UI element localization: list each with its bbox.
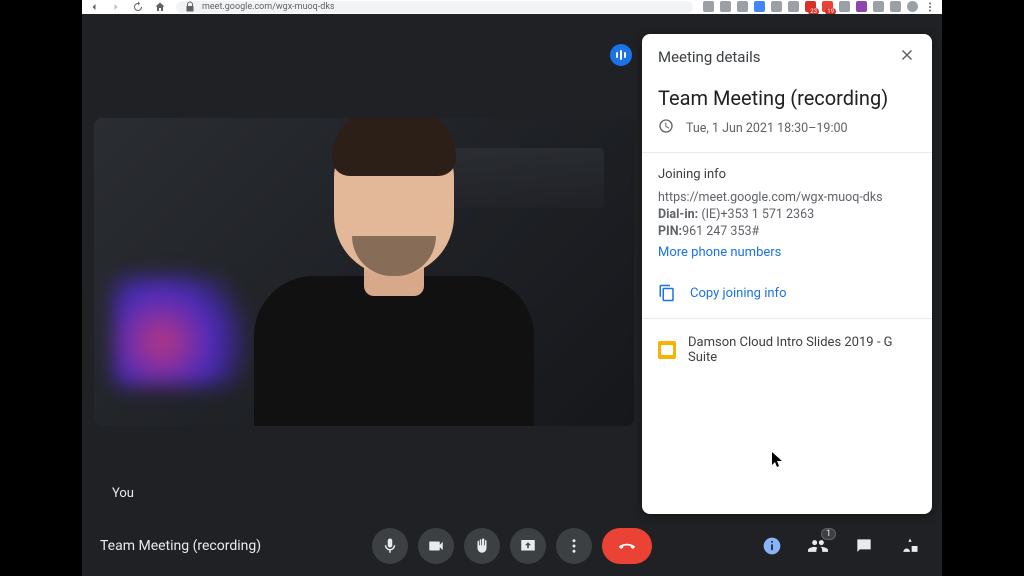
camera-button[interactable] — [418, 528, 454, 564]
extension-icon[interactable] — [873, 1, 884, 12]
participant-video — [254, 148, 534, 426]
back-icon[interactable] — [88, 1, 100, 13]
extension-icon[interactable] — [788, 1, 799, 12]
extension-icon[interactable] — [720, 1, 731, 12]
self-label: You — [112, 486, 134, 501]
address-bar[interactable]: meet.google.com/wgx-muoq-dks — [176, 1, 693, 13]
extensions-tray: 23 19 — [703, 1, 936, 13]
panel-title: Meeting details — [658, 48, 761, 66]
meet-stage: You Meeting details Team Meeting (record… — [82, 14, 942, 576]
speaking-indicator-icon — [610, 44, 632, 66]
extension-icon[interactable] — [771, 1, 782, 12]
raise-hand-button[interactable] — [464, 528, 500, 564]
copy-icon — [658, 284, 676, 302]
copy-joining-info-label: Copy joining info — [690, 286, 786, 301]
lock-icon — [184, 1, 196, 13]
more-options-button[interactable] — [556, 528, 592, 564]
clock-icon — [658, 118, 674, 138]
mouse-cursor-icon — [772, 452, 784, 468]
profile-avatar[interactable] — [907, 1, 918, 12]
meeting-title: Team Meeting (recording) — [100, 538, 261, 554]
kebab-icon[interactable] — [924, 1, 936, 13]
copy-joining-info-button[interactable]: Copy joining info — [642, 274, 932, 318]
reload-icon[interactable] — [132, 1, 144, 13]
leave-call-button[interactable] — [602, 528, 652, 564]
forward-icon[interactable] — [110, 1, 122, 13]
meeting-link: https://meet.google.com/wgx-muoq-dks — [658, 190, 916, 205]
star-icon[interactable] — [737, 1, 748, 12]
url-text: meet.google.com/wgx-muoq-dks — [202, 2, 335, 12]
dial-in-row: Dial-in: (IE)+353 1 571 2363 — [658, 207, 916, 222]
participant-count-badge: 1 — [821, 528, 836, 540]
chat-button[interactable] — [850, 532, 878, 560]
activities-button[interactable] — [896, 532, 924, 560]
self-video-tile[interactable] — [94, 118, 634, 426]
extension-icon[interactable] — [754, 1, 765, 12]
attachment-row[interactable]: Damson Cloud Intro Slides 2019 - G Suite — [642, 319, 932, 381]
more-phone-numbers-link[interactable]: More phone numbers — [658, 245, 916, 260]
pin-row: PIN:961 247 353# — [658, 224, 916, 239]
meeting-time: Tue, 1 Jun 2021 18:30–19:00 — [686, 121, 848, 136]
browser-toolbar: meet.google.com/wgx-muoq-dks 23 19 — [82, 0, 942, 14]
extension-icon[interactable]: 23 — [805, 1, 816, 12]
meeting-details-panel: Meeting details Team Meeting (recording)… — [642, 34, 932, 514]
bottom-toolbar: Team Meeting (recording) 1 — [82, 516, 942, 576]
present-button[interactable] — [510, 528, 546, 564]
close-icon[interactable] — [898, 46, 916, 68]
attachment-name: Damson Cloud Intro Slides 2019 - G Suite — [688, 335, 916, 365]
home-icon[interactable] — [154, 1, 166, 13]
people-button[interactable]: 1 — [804, 532, 832, 560]
joining-info-heading: Joining info — [658, 167, 916, 182]
meeting-name: Team Meeting (recording) — [642, 80, 932, 118]
extension-icon[interactable]: 19 — [822, 1, 833, 12]
slides-icon — [658, 341, 676, 359]
extension-icon[interactable] — [703, 1, 714, 12]
extension-icon[interactable] — [890, 1, 901, 12]
extension-icon[interactable] — [839, 1, 850, 12]
meeting-info-button[interactable] — [758, 532, 786, 560]
mute-button[interactable] — [372, 528, 408, 564]
extension-icon[interactable] — [856, 1, 867, 12]
